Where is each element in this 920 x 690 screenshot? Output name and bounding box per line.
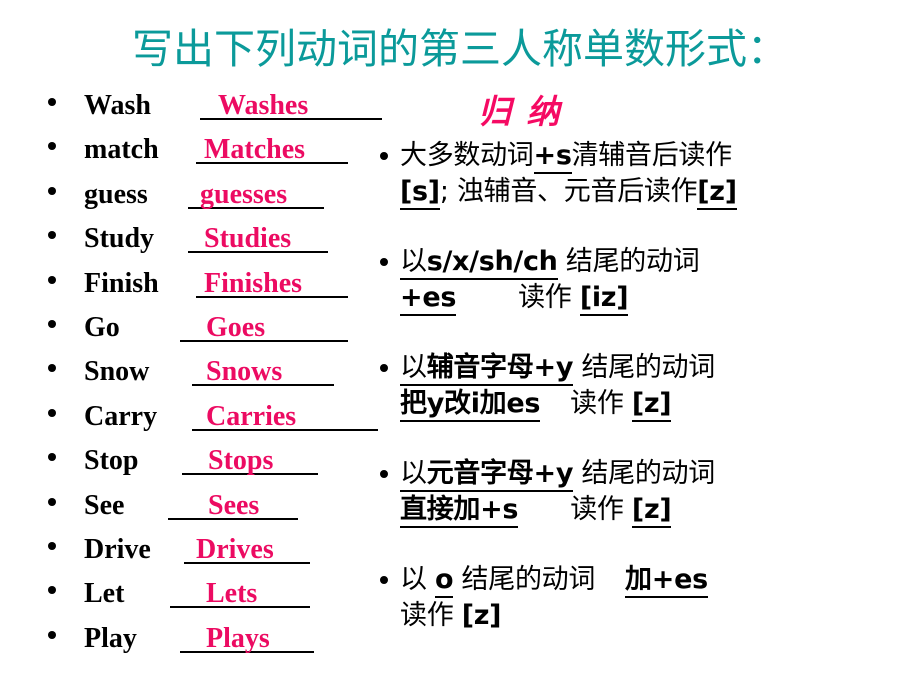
verb-exercise-list: Wash Washes match Matches guess guesses …: [28, 90, 388, 667]
verb-label: Snow: [84, 356, 150, 388]
rule-emphasis: 元音字母+y: [426, 458, 573, 492]
answer-text: Finishes: [204, 267, 303, 299]
rule-part: 读作: [518, 282, 572, 313]
rule-part: 读作: [570, 388, 624, 419]
bullet-icon: [48, 541, 56, 550]
list-item: Snow Snows: [28, 356, 388, 400]
verb-label: Go: [84, 311, 120, 343]
bullet-icon: [380, 364, 388, 372]
rule-part: 以: [400, 246, 427, 280]
answer-text: Snows: [206, 356, 283, 388]
answer-text: Sees: [208, 489, 260, 521]
rule-text: 以元音字母+y 结尾的动词直接加+s 读作 [z]: [400, 456, 912, 528]
list-item: Drive Drives: [28, 534, 388, 578]
rule-text: 大多数动词+s清辅音后读作 [s]; 浊辅音、元音后读作[z]: [400, 138, 912, 210]
rule-emphasis: s/x/sh/ch: [426, 246, 558, 280]
rule-text: 以辅音字母+y 结尾的动词把y改i加es 读作 [z]: [400, 350, 912, 422]
bullet-icon: [48, 275, 56, 284]
bullet-icon: [48, 497, 56, 506]
rule-part: 以: [400, 458, 427, 492]
bullet-icon: [48, 586, 56, 595]
rule-emphasis: [z]: [461, 600, 502, 631]
summary-heading: 归 纳: [478, 92, 562, 131]
rule-emphasis: 加+es: [625, 564, 708, 598]
rule-emphasis: +s: [533, 140, 572, 174]
rule-emphasis: +es: [400, 282, 456, 316]
bullet-icon: [380, 470, 388, 478]
bullet-icon: [48, 98, 56, 106]
list-item: Let Lets: [28, 578, 388, 622]
bullet-icon: [380, 576, 388, 584]
rule-emphasis: 直接加+s: [400, 494, 519, 528]
rule-text: 以s/x/sh/ch 结尾的动词 +es 读作 [iz]: [400, 244, 912, 316]
rule-part: 结尾的动词: [581, 458, 715, 489]
bullet-icon: [380, 152, 388, 160]
page-title: 写出下列动词的第三人称单数形式：: [132, 25, 788, 73]
verb-label: Carry: [84, 400, 158, 432]
bullet-icon: [48, 231, 56, 240]
bullet-icon: [48, 142, 56, 151]
rule-emphasis: [z]: [631, 388, 672, 422]
bullet-icon: [48, 319, 56, 328]
rule-emphasis: o: [435, 564, 454, 598]
list-item: Finish Finishes: [28, 268, 388, 312]
list-item: Play Plays: [28, 623, 388, 667]
answer-text: Plays: [206, 622, 270, 654]
list-item: Study Studies: [28, 223, 388, 267]
rule-part: ; 浊辅音、元音后读作: [439, 176, 698, 207]
verb-label: Finish: [84, 267, 159, 299]
verb-label: guess: [84, 178, 148, 210]
bullet-icon: [48, 408, 56, 417]
answer-text: Matches: [204, 134, 306, 166]
answer-text: Lets: [206, 578, 258, 610]
list-item: Wash Washes: [28, 90, 388, 134]
bullet-icon: [48, 364, 56, 373]
rule-part: 结尾的动词: [581, 352, 715, 383]
rule-part: 以: [400, 352, 427, 386]
rule-emphasis: [iz]: [579, 282, 629, 316]
rule-part: 以: [400, 564, 427, 595]
verb-label: match: [84, 134, 159, 166]
rule-emphasis: 辅音字母+y: [426, 352, 573, 386]
bullet-icon: [380, 258, 388, 266]
rule-part: 大多数动词: [400, 140, 534, 171]
verb-label: Study: [84, 223, 155, 255]
answer-text: Drives: [196, 533, 274, 565]
bullet-icon: [48, 186, 56, 195]
rule-part: 结尾的动词: [565, 246, 700, 277]
rule-emphasis: [z]: [631, 494, 672, 528]
answer-text: Washes: [218, 90, 309, 121]
list-item: See Sees: [28, 490, 388, 534]
bullet-icon: [48, 453, 56, 462]
answer-text: guesses: [200, 178, 288, 210]
answer-text: Studies: [204, 223, 292, 255]
bullet-icon: [48, 630, 56, 639]
verb-label: See: [84, 489, 125, 521]
answer-text: Carries: [206, 400, 297, 432]
rule-part: 读作: [400, 600, 454, 631]
rule-emphasis: 把y改i加es: [400, 388, 540, 422]
verb-label: Play: [84, 622, 137, 654]
list-item: Carry Carries: [28, 401, 388, 445]
verb-label: Stop: [84, 445, 139, 477]
verb-label: Drive: [84, 533, 151, 565]
rule-part: 读作: [570, 494, 624, 525]
rule-part: 结尾的动词: [461, 564, 596, 595]
list-item: guess guesses: [28, 179, 388, 223]
answer-text: Stops: [208, 445, 274, 477]
rule-part: 清辅音后读作: [571, 140, 733, 171]
rule-emphasis: [s]: [400, 176, 440, 210]
verb-label: Let: [84, 578, 125, 610]
list-item: match Matches: [28, 134, 388, 178]
rule-text: 以 o 结尾的动词 加+es 读作 [z]: [400, 562, 912, 634]
list-item: Stop Stops: [28, 445, 388, 489]
rule-emphasis: [z]: [697, 176, 737, 210]
list-item: Go Goes: [28, 312, 388, 356]
verb-label: Wash: [84, 90, 151, 121]
answer-text: Goes: [206, 311, 266, 343]
